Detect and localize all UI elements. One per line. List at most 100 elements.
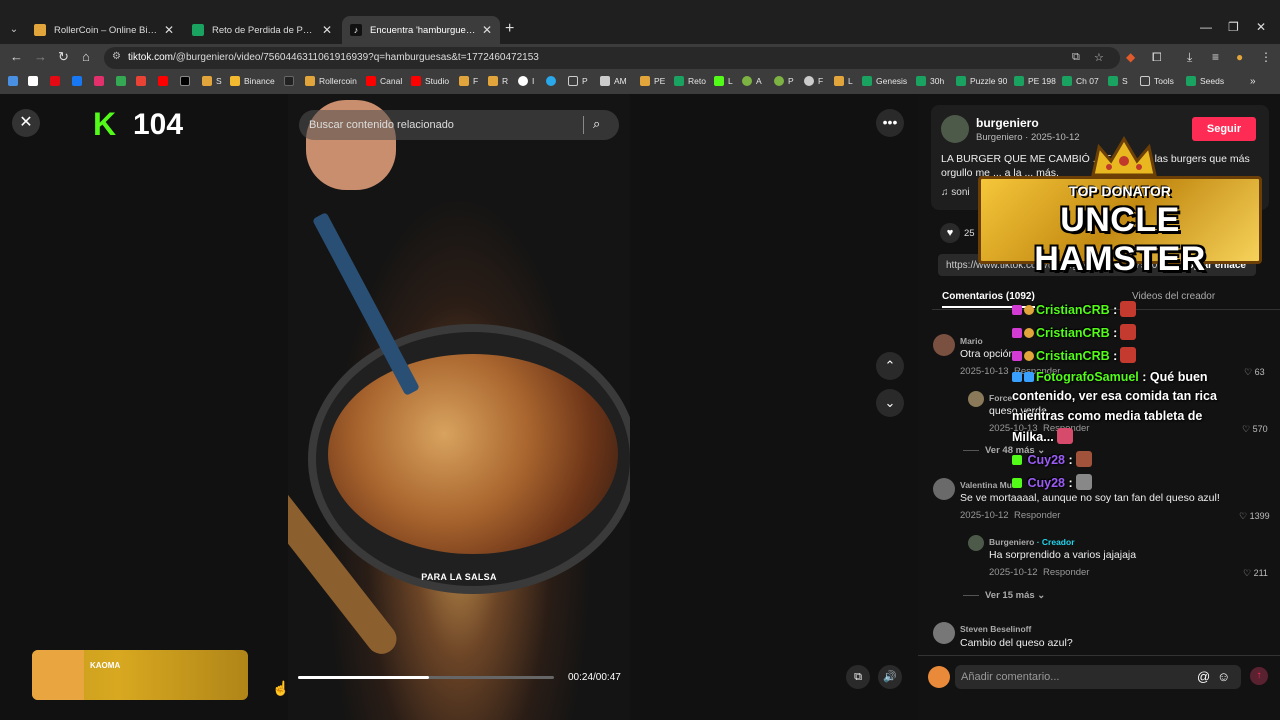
bookmark-star-icon[interactable]: ☆ [1094,51,1104,64]
comment-like[interactable]: ♡ 570 [1242,424,1268,435]
bookmark[interactable]: PE 198 [1014,76,1056,86]
comment-like[interactable]: ♡ 1399 [1239,511,1270,522]
my-avatar[interactable] [928,666,950,688]
music-card[interactable]: KAOMA [32,650,248,700]
comment-author[interactable]: Burgeniero · Creador [989,537,1075,547]
author-username[interactable]: burgeniero [976,116,1039,130]
commenter-avatar[interactable] [968,391,984,407]
tab-search-icon[interactable]: ⌄ [6,22,22,38]
bookmark-icon-only[interactable] [284,76,298,86]
install-app-icon[interactable]: ⧉ [1072,51,1080,64]
bookmark[interactable]: Binance [230,76,275,86]
bookmark-icon-only[interactable] [180,76,194,86]
comment-author[interactable]: Mario [960,336,983,346]
bookmark[interactable]: S [1108,76,1128,86]
author-avatar[interactable] [941,115,969,143]
bookmark[interactable]: AM [600,76,627,86]
close-player-button[interactable]: ✕ [12,109,40,137]
video-player[interactable]: PARA LA SALSA [288,94,630,720]
bookmark[interactable]: Genesis [862,76,907,86]
bookmark[interactable]: Puzzle 90 [956,76,1007,86]
bookmark-icon-only[interactable] [72,76,86,86]
menu-icon[interactable]: ⋮ [1260,50,1272,64]
close-tab-icon[interactable]: ✕ [482,23,492,37]
comment-like[interactable]: ♡ 63 [1244,367,1265,378]
bookmark-icon-only[interactable] [50,76,64,86]
pip-button[interactable]: ⧉ [846,665,870,689]
bookmark-icon-only[interactable] [8,76,22,86]
new-tab-icon[interactable]: + [505,20,514,38]
media-icon[interactable]: ≡ [1212,50,1219,64]
restore-icon[interactable]: ❐ [1228,20,1239,34]
bookmark-icon-only[interactable] [136,76,150,86]
bookmark[interactable]: Rollercoin [305,76,357,86]
forward-icon[interactable]: → [34,49,47,64]
bookmark[interactable]: Studio [411,76,449,86]
bookmark[interactable]: 30h [916,76,944,86]
comment-like[interactable]: ♡ 211 [1243,568,1268,579]
bookmark[interactable]: S [202,76,222,86]
previous-video-button[interactable]: ⌃ [876,352,904,380]
bookmark-icon-only[interactable] [116,76,130,86]
commenter-avatar[interactable] [933,622,955,644]
bookmark[interactable]: L [834,76,853,86]
tab-rollercoin[interactable]: RollerCoin – Online Bitcoin Mining ✕ [26,16,182,44]
bookmark[interactable]: PE [640,76,665,86]
more-options-button[interactable]: ••• [876,109,904,137]
emoji-icon[interactable]: ☺ [1217,669,1230,684]
bookmark[interactable]: I [518,76,534,86]
mention-icon[interactable]: @ [1197,669,1210,684]
back-icon[interactable]: ← [10,49,23,64]
sound-link[interactable]: ♫ soni [941,187,970,198]
likes-row[interactable]: ♥ 25 [940,223,975,243]
bookmark[interactable]: Seeds [1186,76,1224,86]
extension-fox-icon[interactable]: ◆ [1126,50,1135,64]
site-info-icon[interactable]: ⚙ [112,51,121,62]
reply-button[interactable]: Responder [1014,510,1060,521]
minimize-icon[interactable]: — [1200,20,1212,34]
bookmark-folder[interactable]: Tools [1140,76,1174,86]
search-icon[interactable]: ⌕ [593,116,609,132]
reply-button[interactable]: Responder [1043,567,1089,578]
send-icon[interactable]: ↑ [1250,667,1268,685]
video-progress-bar[interactable] [298,676,554,679]
bookmark[interactable]: Ch 07 [1062,76,1099,86]
close-window-icon[interactable]: ✕ [1256,20,1266,34]
heart-icon[interactable]: ♥ [940,223,960,243]
bookmark[interactable]: R [488,76,508,86]
volume-button[interactable]: 🔊 [878,665,902,689]
comment-author[interactable]: Valentina Mu [960,480,1012,490]
tab-reto[interactable]: Reto de Perdida de Peso - El Ma ✕ [184,16,340,44]
bookmarks-overflow-icon[interactable]: » [1250,76,1256,87]
bookmark[interactable]: F [459,76,478,86]
related-search-input[interactable]: Buscar contenido relacionado ⌕ [299,110,619,140]
commenter-avatar[interactable] [933,478,955,500]
profile-icon[interactable]: ● [1236,50,1243,64]
commenter-avatar[interactable] [933,334,955,356]
close-tab-icon[interactable]: ✕ [322,23,332,37]
bookmark[interactable]: L [714,76,733,86]
bookmark-icon-only[interactable] [28,76,42,86]
view-more-replies[interactable]: Ver 15 más ⌄ [963,590,1045,601]
bookmark[interactable]: Reto [674,76,706,86]
next-video-button[interactable]: ⌄ [876,389,904,417]
url-text[interactable]: tiktok.com/@burgeniero/video/75604463110… [128,52,539,63]
commenter-avatar[interactable] [968,535,984,551]
bookmark[interactable]: P [774,76,794,86]
home-icon[interactable]: ⌂ [82,49,90,64]
bookmark[interactable] [546,76,560,86]
bookmark-icon-only[interactable] [94,76,108,86]
bookmark-icon-only[interactable] [158,76,172,86]
comment-author[interactable]: Force [989,393,1012,403]
tab-creator-videos[interactable]: Videos del creador [1132,291,1215,302]
bookmark[interactable]: Canal [366,76,402,86]
comment-input[interactable]: Añadir comentario... @ ☺ [955,665,1241,689]
download-icon[interactable]: ⤓ [1187,50,1192,65]
bookmark-folder[interactable]: P [568,76,588,86]
address-bar[interactable]: ⚙ tiktok.com/@burgeniero/video/756044631… [104,47,1120,69]
tab-tiktok[interactable]: ♪ Encuentra 'hamburguesas' ... ✕ [342,16,500,44]
reload-icon[interactable]: ↻ [58,49,69,65]
comment-author[interactable]: Steven Beselinoff [960,624,1031,634]
extensions-icon[interactable]: ⧠ [1152,50,1162,65]
bookmark[interactable]: F [804,76,823,86]
